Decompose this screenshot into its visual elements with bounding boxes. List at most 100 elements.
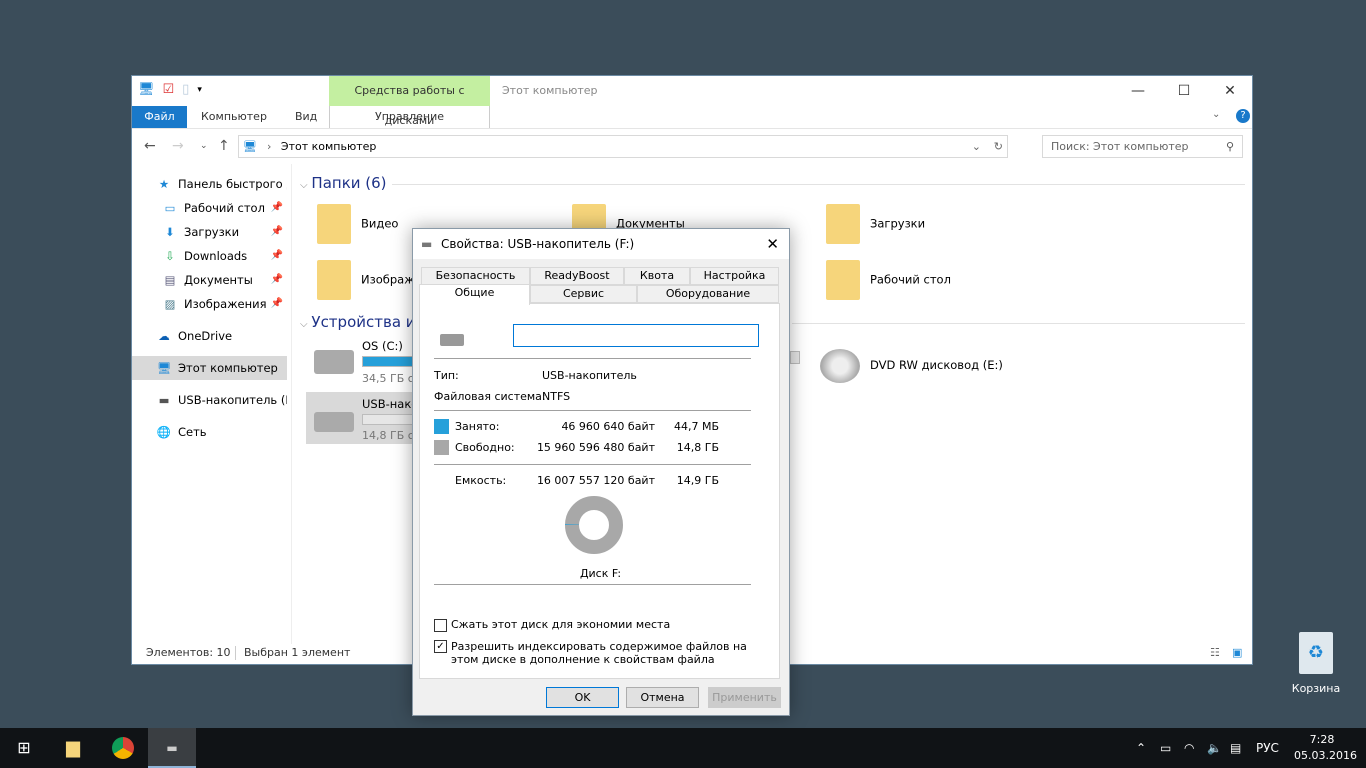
drive-dvd[interactable]: DVD RW дисковод (E:)	[820, 346, 1003, 384]
apply-button[interactable]: Применить	[708, 687, 781, 708]
back-icon[interactable]: ←	[144, 138, 156, 154]
tab-readyboost[interactable]: ReadyBoost	[530, 267, 624, 285]
tab-hardware[interactable]: Оборудование	[637, 285, 779, 303]
forward-icon[interactable]: →	[172, 138, 184, 154]
recycle-bin[interactable]: ♻ Корзина	[1290, 632, 1342, 695]
video-folder-icon	[317, 204, 351, 244]
checkbox-icon[interactable]	[434, 618, 447, 632]
tab-customize[interactable]: Настройка	[690, 267, 779, 285]
tab-file[interactable]: Файл	[132, 106, 187, 128]
maximize-button[interactable]: ☐	[1161, 76, 1207, 106]
refresh-icon[interactable]: ↻	[994, 136, 1003, 157]
index-checkbox[interactable]: ✓ Разрешить индексировать содержимое файл…	[434, 640, 754, 666]
file-explorer-taskbar-icon[interactable]: ▆	[50, 728, 96, 768]
computer-icon: 🖥	[138, 82, 155, 97]
filesystem-value: NTFS	[542, 390, 571, 403]
wifi-icon[interactable]: ◠	[1184, 728, 1194, 768]
folder-downloads[interactable]: Загрузки	[826, 204, 925, 244]
address-input[interactable]: 🖥 › Этот компьютер ⌄ ↻	[238, 135, 1008, 158]
tab-manage[interactable]: Управление	[329, 106, 490, 128]
large-icons-view-icon[interactable]: ▣	[1232, 642, 1242, 664]
sidebar-item-documents[interactable]: ▤ Документы 📌	[162, 268, 287, 292]
tab-quota[interactable]: Квота	[624, 267, 690, 285]
image-icon: ▨	[164, 297, 176, 311]
desktop-icon: ▭	[164, 201, 176, 215]
details-view-icon[interactable]: ☷	[1210, 642, 1220, 664]
usb-drive-taskbar-icon[interactable]: ▬	[148, 728, 196, 768]
close-button[interactable]: ✕	[1207, 76, 1253, 106]
sidebar-item-downloads[interactable]: ⇩ Downloads 📌	[162, 244, 287, 268]
sidebar-item-onedrive[interactable]: ☁ OneDrive	[132, 324, 287, 348]
start-button[interactable]: ⊞	[0, 728, 48, 768]
show-hidden-icons[interactable]: ⌃	[1136, 728, 1146, 768]
taskbar: ⊞ ▆ ▬ ⌃ ▭ ◠ 🔈 ▤ РУС 7:28 05.03.2016	[0, 728, 1366, 768]
breadcrumb[interactable]: Этот компьютер	[281, 140, 377, 153]
tab-general[interactable]: Общие	[419, 284, 530, 305]
drive-label-input[interactable]	[513, 324, 759, 347]
sidebar-item-quick-access[interactable]: ★ Панель быстрого доступа	[156, 172, 287, 196]
folders-group-header[interactable]: ⌵ Папки (6)	[300, 174, 1245, 192]
sidebar-item-pictures[interactable]: ▨ Изображения 📌	[162, 292, 287, 316]
sidebar-item-downloads-ru[interactable]: ⬇ Загрузки 📌	[162, 220, 287, 244]
downloads-folder-icon	[826, 204, 860, 244]
separator	[434, 464, 751, 465]
general-panel: Тип: USB-накопитель Файловая система: NT…	[419, 303, 780, 679]
pin-icon: 📌	[270, 250, 283, 261]
time: 7:28	[1309, 733, 1335, 746]
tab-view[interactable]: Вид	[281, 106, 331, 128]
sidebar-item-label: Сеть	[178, 425, 207, 439]
up-icon[interactable]: ↑	[218, 138, 230, 154]
folder-label: Загрузки	[870, 216, 926, 231]
customize-toolbar-icon[interactable]: ▾	[197, 85, 202, 95]
sidebar-item-usb[interactable]: ▬ USB-накопитель (F:)	[132, 388, 287, 412]
search-input[interactable]: Поиск: Этот компьютер ⚲	[1042, 135, 1243, 158]
sidebar-item-desktop[interactable]: ▭ Рабочий стол 📌	[162, 196, 287, 220]
cancel-button[interactable]: Отмена	[626, 687, 699, 708]
ok-button[interactable]: OK	[546, 687, 619, 708]
used-color-swatch	[434, 419, 449, 434]
usb-drive-icon: ▬	[158, 393, 170, 407]
minimize-button[interactable]: —	[1115, 76, 1161, 106]
folder-video[interactable]: Видео	[317, 204, 398, 244]
volume-icon[interactable]: 🔈	[1207, 728, 1222, 768]
dialog-close-button[interactable]: ✕	[766, 229, 779, 259]
sidebar-item-network[interactable]: 🌐 Сеть	[132, 420, 287, 444]
language-indicator[interactable]: РУС	[1256, 728, 1279, 768]
expand-ribbon-icon[interactable]: ⌄	[1212, 109, 1220, 120]
help-icon[interactable]: ?	[1236, 109, 1250, 123]
dvd-drive-icon	[820, 348, 860, 383]
folder-desktop[interactable]: Рабочий стол	[826, 260, 951, 300]
selection-count: Выбран 1 элемент	[244, 646, 351, 659]
tab-tools[interactable]: Сервис	[530, 285, 637, 303]
tab-computer[interactable]: Компьютер	[187, 106, 281, 128]
chrome-taskbar-icon[interactable]	[112, 737, 134, 759]
sidebar-item-this-pc[interactable]: 🖥 Этот компьютер	[132, 356, 287, 380]
recent-locations-icon[interactable]: ⌄	[200, 141, 208, 151]
collapse-icon: ⌵	[300, 180, 308, 191]
clock[interactable]: 7:28 05.03.2016	[1294, 732, 1357, 764]
folder-label: Рабочий стол	[870, 272, 951, 287]
separator	[434, 410, 751, 411]
new-folder-icon[interactable]: ▯	[182, 82, 189, 97]
drive-usage-bar-partial	[790, 351, 800, 364]
address-dropdown-icon[interactable]: ⌄	[972, 136, 981, 157]
properties-icon[interactable]: ☑	[163, 82, 175, 97]
context-tab-disk-tools: Средства работы с дисками	[329, 76, 490, 127]
group-divider	[792, 323, 1245, 324]
type-label: Тип:	[434, 369, 459, 382]
index-label: Разрешить индексировать содержимое файло…	[451, 640, 747, 666]
tab-security[interactable]: Безопасность	[421, 267, 530, 285]
pane-divider	[291, 164, 292, 644]
sidebar-item-label: OneDrive	[178, 329, 233, 343]
group-title: Папки (6)	[311, 174, 387, 192]
sidebar-item-label: Downloads	[184, 249, 248, 263]
star-icon: ★	[158, 177, 170, 191]
notifications-icon[interactable]: ▤	[1230, 728, 1241, 768]
quick-access-toolbar: 🖥 ☑ ▯ ▾	[138, 82, 202, 97]
compress-checkbox[interactable]: Сжать этот диск для экономии места	[434, 618, 670, 632]
checkbox-icon[interactable]: ✓	[434, 640, 447, 653]
battery-icon[interactable]: ▭	[1160, 728, 1171, 768]
recycle-bin-icon: ♻	[1299, 632, 1333, 674]
disk-usage-donut	[565, 496, 623, 554]
status-divider	[235, 646, 236, 660]
